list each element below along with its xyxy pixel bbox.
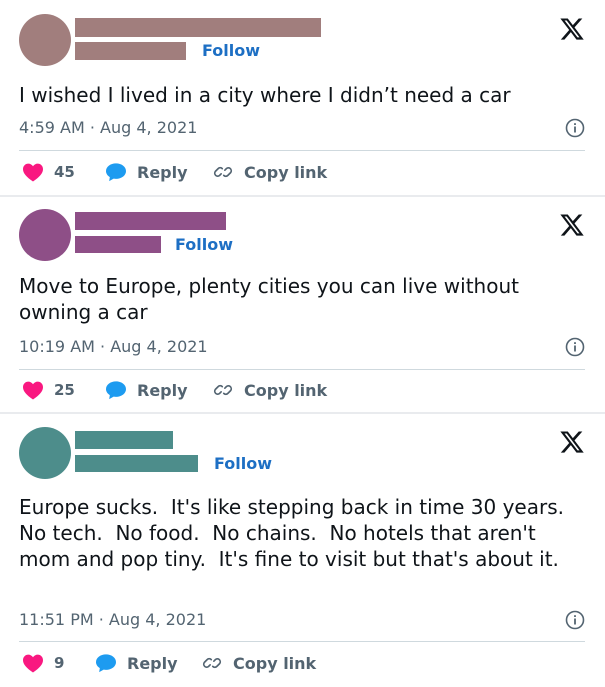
follow-button[interactable]: Follow <box>202 41 260 60</box>
x-logo-icon[interactable] <box>559 212 585 238</box>
like-button[interactable]: 25 <box>22 375 75 405</box>
follow-button[interactable]: Follow <box>214 454 272 473</box>
redacted-display-name <box>75 212 226 230</box>
like-count: 25 <box>54 381 75 399</box>
timestamp[interactable]: 4:59 AM · Aug 4, 2021 <box>19 118 197 137</box>
tweet-card: Follow Move to Europe, plenty cities you… <box>0 197 605 412</box>
copy-link-label: Copy link <box>244 162 328 182</box>
reply-bubble-icon <box>106 163 126 182</box>
reply-button[interactable]: Reply <box>105 157 188 187</box>
info-icon[interactable] <box>565 337 585 357</box>
like-count: 9 <box>54 654 65 672</box>
follow-button[interactable]: Follow <box>175 235 233 254</box>
tweet-actions: 45 Reply Copy link <box>0 157 605 187</box>
avatar[interactable] <box>19 14 71 66</box>
x-logo-icon[interactable] <box>559 16 585 42</box>
info-icon[interactable] <box>565 610 585 630</box>
link-icon <box>202 657 222 669</box>
link-icon <box>213 166 233 178</box>
heart-icon <box>23 381 43 400</box>
tweet-card: Follow Europe sucks. It's like stepping … <box>0 414 605 687</box>
tweet-actions: 25 Reply Copy link <box>0 375 605 405</box>
heart-icon <box>23 163 43 182</box>
reply-label: Reply <box>127 653 178 673</box>
copy-link-label: Copy link <box>233 653 317 673</box>
x-logo-icon[interactable] <box>559 429 585 455</box>
avatar[interactable] <box>19 427 71 479</box>
reply-bubble-icon <box>96 654 116 673</box>
reply-button[interactable]: Reply <box>95 648 178 678</box>
timestamp[interactable]: 10:19 AM · Aug 4, 2021 <box>19 337 208 356</box>
tweet-text: Europe sucks. It's like stepping back in… <box>19 495 577 571</box>
tweet-actions: 9 Reply Copy link <box>0 648 605 678</box>
redacted-handle <box>75 42 186 60</box>
copy-link-button[interactable]: Copy link <box>212 375 327 405</box>
copy-link-button[interactable]: Copy link <box>201 648 316 678</box>
reply-label: Reply <box>137 380 188 400</box>
divider <box>19 150 585 151</box>
redacted-display-name <box>75 18 321 37</box>
timestamp[interactable]: 11:51 PM · Aug 4, 2021 <box>19 610 206 629</box>
copy-link-button[interactable]: Copy link <box>212 157 327 187</box>
divider <box>19 369 585 370</box>
divider <box>19 641 585 642</box>
reply-bubble-icon <box>106 381 126 400</box>
redacted-handle <box>75 236 161 253</box>
redacted-handle <box>75 455 198 472</box>
info-icon[interactable] <box>565 118 585 138</box>
copy-link-label: Copy link <box>244 380 328 400</box>
reply-button[interactable]: Reply <box>105 375 188 405</box>
tweet-text: I wished I lived in a city where I didn’… <box>19 83 511 107</box>
like-button[interactable]: 45 <box>22 157 75 187</box>
avatar[interactable] <box>19 209 71 261</box>
like-button[interactable]: 9 <box>22 648 64 678</box>
redacted-display-name <box>75 431 173 449</box>
reply-label: Reply <box>137 162 188 182</box>
tweet-text: Move to Europe, plenty cities you can li… <box>19 274 519 324</box>
like-count: 45 <box>54 163 75 181</box>
heart-icon <box>23 654 43 673</box>
tweet-card: Follow I wished I lived in a city where … <box>0 0 605 195</box>
link-icon <box>213 384 233 396</box>
